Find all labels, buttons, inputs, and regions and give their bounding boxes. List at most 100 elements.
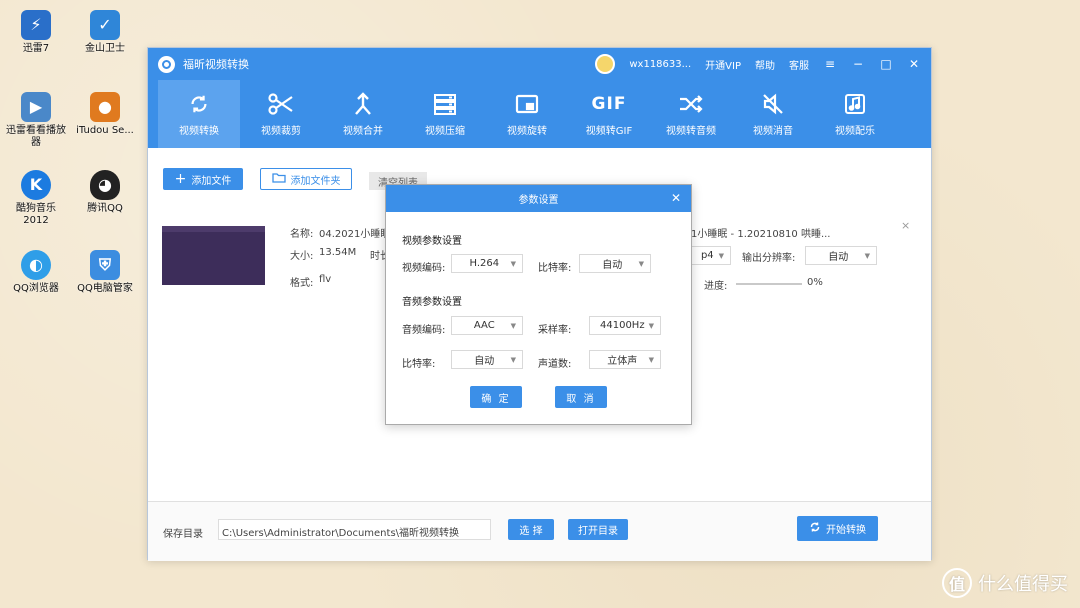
watermark-text: 什么值得买 [978, 574, 1068, 595]
mute-icon [761, 92, 785, 116]
vip-link[interactable]: 开通VIP [705, 57, 741, 72]
desktop-icon-xunlei[interactable]: ⚡ 迅雷7 [6, 10, 66, 55]
desktop-icon-jinshan[interactable]: ✓ 金山卫士 [75, 10, 135, 55]
service-link[interactable]: 客服 [789, 57, 809, 72]
tab-label: 视频压缩 [425, 125, 465, 137]
smzdm-logo-icon: 值 [942, 568, 972, 598]
chevron-down-icon: ▼ [510, 259, 516, 268]
video-codec-value: H.264 [469, 258, 500, 269]
chevron-down-icon: ▼ [638, 259, 644, 268]
desktop-icon-qq-guanjia[interactable]: ⛨ QQ电脑管家 [75, 250, 135, 295]
scissors-icon [268, 92, 294, 116]
start-convert-button[interactable]: 开始转换 [797, 516, 878, 541]
audio-codec-value: AAC [473, 320, 495, 331]
settings-dialog: 参数设置 ✕ 视频参数设置 视频编码: H.264 ▼ 比特率: 自动 ▼ 音频… [385, 184, 692, 425]
output-file-name: 1小睡眠 - 1.20210810 哄睡... [691, 229, 831, 240]
output-format-select[interactable]: p4 ▼ [689, 246, 731, 265]
tudou-icon: ● [90, 92, 120, 122]
help-link[interactable]: 帮助 [755, 57, 775, 72]
close-icon[interactable]: ✕ [907, 57, 921, 71]
cancel-button[interactable]: 取 消 [555, 386, 607, 408]
tab-video-audio[interactable]: 视频转音频 [650, 80, 732, 148]
video-bitrate-select[interactable]: 自动 ▼ [579, 254, 651, 273]
title-bar: 福昕视频转换 wx118633... 开通VIP 帮助 客服 ≡ − □ ✕ [148, 48, 931, 80]
minimize-icon[interactable]: − [851, 57, 865, 71]
convert-small-icon [809, 521, 821, 536]
merge-icon [352, 91, 374, 116]
progress-bar [736, 283, 802, 285]
audio-codec-select[interactable]: AAC ▼ [451, 316, 523, 335]
file-format-value: flv [319, 274, 332, 285]
desktop-icon-xunlei-player[interactable]: ▶ 迅雷看看播放器 [6, 92, 66, 149]
chevron-down-icon: ▼ [510, 321, 516, 330]
tab-label: 视频配乐 [835, 125, 875, 137]
tab-video-cut[interactable]: 视频裁剪 [240, 80, 322, 148]
tab-label: 视频裁剪 [261, 125, 301, 137]
file-size-label: 大小: [290, 251, 314, 262]
chevron-down-icon: ▼ [864, 251, 870, 260]
choose-label: 选 择 [519, 526, 543, 537]
tab-video-merge[interactable]: 视频合并 [322, 80, 404, 148]
tab-video-gif[interactable]: GIF 视频转GIF [568, 80, 650, 148]
desktop-icon-qq[interactable]: ◕ 腾讯QQ [75, 170, 135, 215]
channels-label: 声道数: [538, 359, 572, 370]
desktop-icon-tudou[interactable]: ● iTudou Se... [75, 92, 135, 137]
sample-rate-value: 44100Hz [600, 320, 645, 331]
desktop-icon-label: QQ浏览器 [13, 283, 59, 294]
tab-video-compress[interactable]: 视频压缩 [404, 80, 486, 148]
audio-bitrate-select[interactable]: 自动 ▼ [451, 350, 523, 369]
sample-rate-select[interactable]: 44100Hz ▼ [589, 316, 661, 335]
cancel-label: 取 消 [566, 393, 596, 405]
open-dir-button[interactable]: 打开目录 [568, 519, 628, 540]
qq-browser-icon: ◐ [21, 250, 51, 280]
xunlei-icon: ⚡ [21, 10, 51, 40]
add-file-button[interactable]: + 添加文件 [163, 168, 243, 190]
convert-icon [188, 92, 210, 116]
folder-icon [271, 172, 286, 186]
bottom-bar: 保存目录 C:\Users\Administrator\Documents\福昕… [148, 501, 931, 561]
watermark: 值 什么值得买 [942, 568, 1068, 598]
desktop-icon-kugou[interactable]: K 酷狗音乐2012 [6, 170, 66, 227]
avatar[interactable] [595, 54, 616, 74]
desktop-icon-label: iTudou Se... [76, 125, 134, 136]
desktop-icon-qq-browser[interactable]: ◐ QQ浏览器 [6, 250, 66, 295]
add-folder-button[interactable]: 添加文件夹 [260, 168, 352, 190]
xunlei-player-icon: ▶ [21, 92, 51, 122]
output-resolution-select[interactable]: 自动 ▼ [805, 246, 877, 265]
save-path-field[interactable]: C:\Users\Administrator\Documents\福昕视频转换 [218, 519, 491, 540]
music-note-icon [844, 92, 866, 116]
tab-video-mute[interactable]: 视频消音 [732, 80, 814, 148]
output-resolution-value: 自动 [828, 252, 849, 263]
qq-guanjia-icon: ⛨ [90, 250, 120, 280]
username[interactable]: wx118633... [629, 59, 691, 70]
output-resolution-label: 输出分辨率: [742, 253, 796, 264]
maximize-icon[interactable]: □ [879, 57, 893, 71]
tab-video-music[interactable]: 视频配乐 [814, 80, 896, 148]
remove-file-icon[interactable]: × [901, 219, 910, 232]
app-logo-icon [158, 55, 175, 73]
tab-video-rotate[interactable]: 视频旋转 [486, 80, 568, 148]
save-dir-label: 保存目录 [163, 529, 203, 540]
video-section-title: 视频参数设置 [402, 236, 462, 247]
video-codec-select[interactable]: H.264 ▼ [451, 254, 523, 273]
desktop-icon-label: 酷狗音乐2012 [16, 203, 56, 226]
jinshan-shield-icon: ✓ [90, 10, 120, 40]
chevron-down-icon: ▼ [648, 321, 654, 330]
progress-value: 0% [807, 277, 823, 288]
tab-video-convert[interactable]: 视频转换 [158, 80, 240, 148]
video-bitrate-label: 比特率: [538, 263, 572, 274]
kugou-icon: K [21, 170, 51, 200]
compress-icon [433, 92, 457, 116]
choose-button[interactable]: 选 择 [508, 519, 554, 540]
skin-icon[interactable]: ≡ [823, 57, 837, 71]
desktop-icon-label: QQ电脑管家 [77, 283, 133, 294]
channels-select[interactable]: 立体声 ▼ [589, 350, 661, 369]
close-icon[interactable]: ✕ [671, 191, 681, 205]
dialog-title: 参数设置 [518, 195, 559, 206]
tab-label: 视频合并 [343, 125, 383, 137]
progress-label: 进度: [704, 281, 728, 292]
audio-bitrate-value: 自动 [474, 356, 495, 367]
desktop-icon-label: 金山卫士 [85, 43, 125, 54]
add-folder-label: 添加文件夹 [290, 175, 341, 187]
ok-button[interactable]: 确 定 [470, 386, 522, 408]
